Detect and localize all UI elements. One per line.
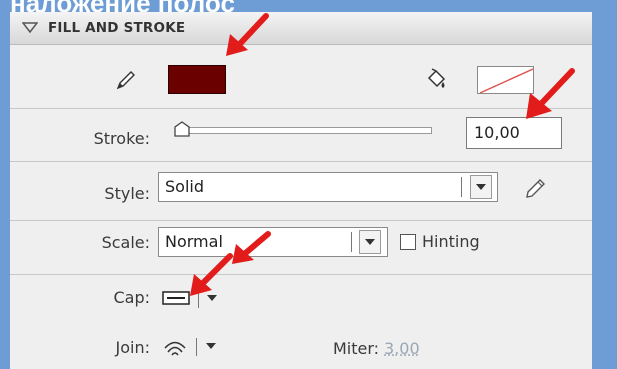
- pencil-icon: [116, 71, 135, 90]
- stroke-label: Stroke:: [93, 129, 150, 148]
- style-dropdown[interactable]: Solid: [158, 172, 498, 202]
- miter-value[interactable]: 3,00: [384, 339, 420, 358]
- join-dropdown-arrow[interactable]: [206, 343, 216, 349]
- annotation-arrow-icon: [226, 13, 269, 56]
- chevron-down-icon: [476, 184, 486, 190]
- divider: [10, 108, 592, 109]
- section-header-fill-stroke[interactable]: FILL AND STROKE: [10, 12, 592, 45]
- style-dropdown-button[interactable]: [470, 175, 492, 199]
- divider: [10, 220, 592, 221]
- section-title: FILL AND STROKE: [48, 20, 186, 36]
- divider: [10, 274, 592, 275]
- pencil-edit-icon[interactable]: [523, 177, 547, 201]
- miter-label: Miter:: [333, 339, 380, 358]
- annotation-arrow-icon: [526, 68, 575, 119]
- scale-label: Scale:: [101, 233, 150, 252]
- chevron-down-icon: [365, 239, 375, 245]
- annotation-arrow-icon: [232, 231, 271, 264]
- stroke-slider-track[interactable]: [178, 127, 432, 134]
- dropdown-separator: [351, 232, 352, 252]
- dropdown-separator: [461, 177, 462, 197]
- hinting-label: Hinting: [422, 232, 480, 251]
- properties-panel: FILL AND STROKE Stroke: 10,00 Style: Sol…: [10, 12, 592, 369]
- hinting-checkbox[interactable]: [400, 234, 416, 250]
- cap-label: Cap:: [113, 288, 150, 307]
- join-label: Join:: [115, 338, 150, 357]
- divider: [10, 161, 592, 162]
- annotation-arrow-icon: [190, 253, 233, 296]
- stroke-slider-thumb[interactable]: [173, 120, 191, 138]
- join-separator: [196, 338, 197, 356]
- join-round-icon[interactable]: [162, 336, 188, 356]
- scale-dropdown-button[interactable]: [359, 230, 381, 254]
- style-dropdown-value: Solid: [165, 177, 204, 196]
- stroke-width-input[interactable]: 10,00: [466, 117, 562, 149]
- paint-bucket-icon: [427, 68, 446, 88]
- scale-dropdown-value: Normal: [165, 232, 223, 251]
- triangle-down-icon[interactable]: [22, 22, 38, 34]
- style-label: Style:: [104, 184, 150, 203]
- stroke-color-swatch[interactable]: [168, 65, 226, 94]
